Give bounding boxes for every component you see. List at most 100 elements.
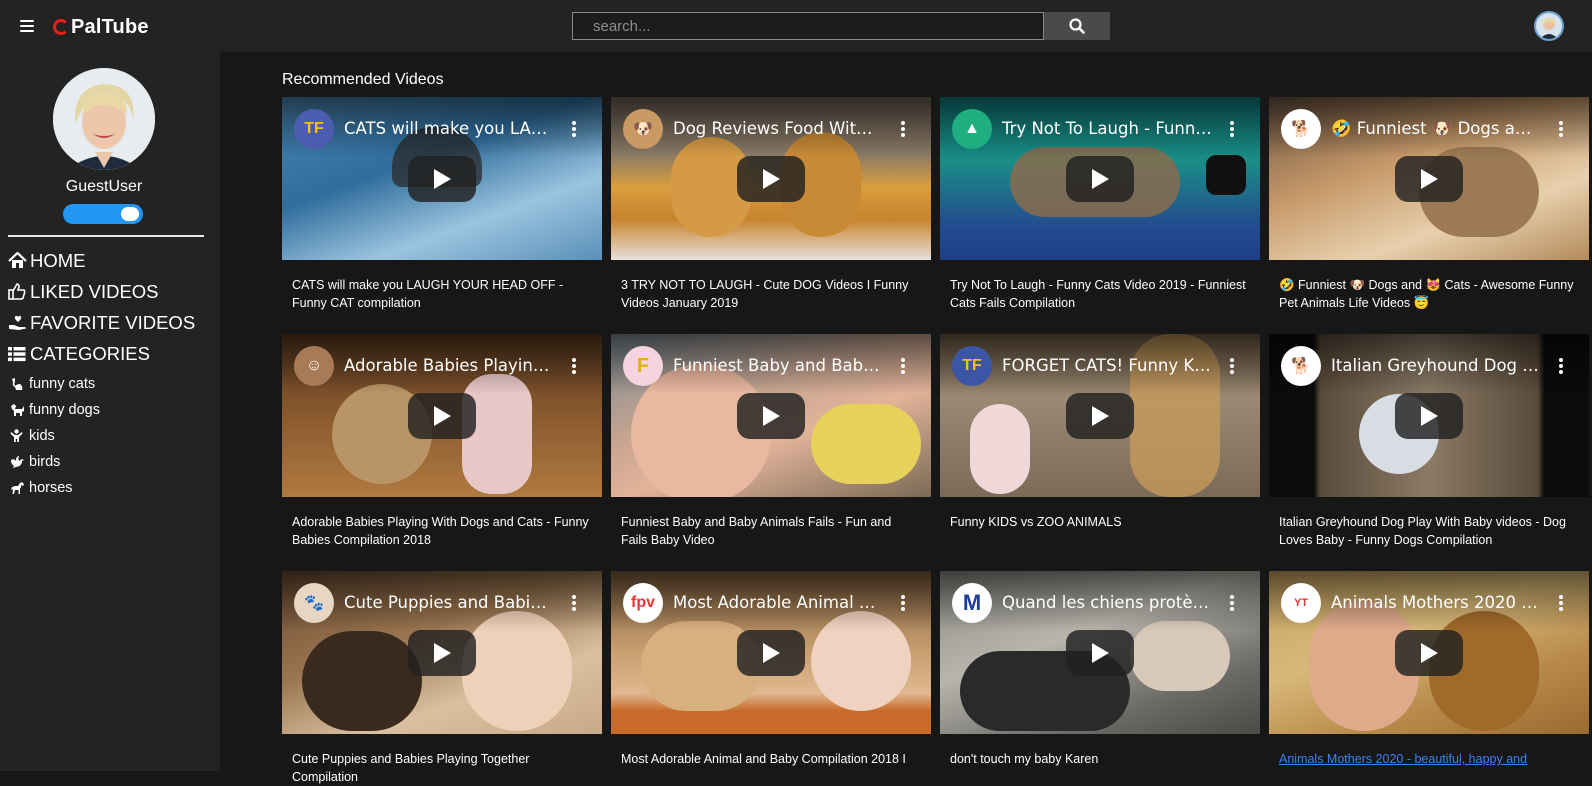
video-card[interactable]: 🐕 Italian Greyhound Dog Play With Baby I… — [1269, 334, 1589, 549]
video-overlay-title: Try Not To Laugh - Funny Cats — [1002, 119, 1212, 138]
category-birds[interactable]: birds — [8, 449, 195, 475]
play-icon — [1092, 169, 1109, 189]
video-thumbnail[interactable]: 🐕 Italian Greyhound Dog Play With Baby — [1269, 334, 1589, 497]
nav-liked-videos[interactable]: LIKED VIDEOS — [8, 276, 195, 307]
category-funny-cats[interactable]: funny cats — [8, 371, 195, 397]
category-funny-dogs[interactable]: funny dogs — [8, 397, 195, 423]
more-options-icon[interactable] — [901, 121, 905, 137]
video-card[interactable]: TF FORGET CATS! Funny KIDS vs ZOO Funny … — [940, 334, 1260, 549]
video-title[interactable]: Funny KIDS vs ZOO ANIMALS — [950, 513, 1250, 549]
video-card[interactable]: fpv Most Adorable Animal and Baby Most A… — [611, 571, 931, 786]
search-button[interactable] — [1044, 12, 1110, 40]
channel-avatar[interactable]: YT — [1281, 583, 1321, 623]
more-options-icon[interactable] — [1559, 358, 1563, 374]
nav-home[interactable]: HOME — [8, 245, 195, 276]
video-thumbnail[interactable]: TF FORGET CATS! Funny KIDS vs ZOO — [940, 334, 1260, 497]
video-card[interactable]: M Quand les chiens protègent don't touch… — [940, 571, 1260, 786]
video-title[interactable]: don't touch my baby Karen — [950, 750, 1250, 786]
nav-favorite-videos[interactable]: FAVORITE VIDEOS — [8, 307, 195, 338]
video-card[interactable]: TF CATS will make you LAUGH YOUR HEAD OF… — [282, 97, 602, 312]
channel-avatar[interactable]: ▲ — [952, 109, 992, 149]
channel-avatar[interactable]: F — [623, 346, 663, 386]
video-title-link[interactable]: Animals Mothers 2020 - beautiful, happy … — [1279, 750, 1579, 786]
app-logo[interactable]: PalTube — [53, 16, 149, 38]
nav-liked-label: LIKED VIDEOS — [30, 280, 159, 302]
video-title[interactable]: Funniest Baby and Baby Animals Fails - F… — [621, 513, 921, 549]
play-button[interactable] — [737, 393, 805, 439]
video-title[interactable]: Try Not To Laugh - Funny Cats Video 2019… — [950, 276, 1250, 312]
video-thumbnail[interactable]: ▲ Try Not To Laugh - Funny Cats — [940, 97, 1260, 260]
video-thumbnail[interactable]: fpv Most Adorable Animal and Baby — [611, 571, 931, 734]
play-button[interactable] — [737, 156, 805, 202]
play-icon — [434, 643, 451, 663]
video-title[interactable]: CATS will make you LAUGH YOUR HEAD OFF -… — [292, 276, 592, 312]
channel-avatar[interactable]: 🐶 — [623, 109, 663, 149]
video-card[interactable]: F Funniest Baby and Baby Animals Funnies… — [611, 334, 931, 549]
more-options-icon[interactable] — [572, 358, 576, 374]
video-thumbnail[interactable]: YT Animals Mothers 2020 - beautiful — [1269, 571, 1589, 734]
play-button[interactable] — [737, 630, 805, 676]
channel-avatar[interactable]: fpv — [623, 583, 663, 623]
search-icon — [1069, 18, 1085, 34]
user-avatar[interactable] — [53, 68, 155, 170]
channel-avatar[interactable]: M — [952, 583, 992, 623]
play-button[interactable] — [408, 630, 476, 676]
channel-avatar[interactable]: TF — [952, 346, 992, 386]
play-button[interactable] — [1066, 630, 1134, 676]
play-button[interactable] — [408, 156, 476, 202]
channel-avatar[interactable]: 🐕 — [1281, 109, 1321, 149]
more-options-icon[interactable] — [1230, 358, 1234, 374]
play-icon — [1421, 169, 1438, 189]
more-options-icon[interactable] — [901, 358, 905, 374]
more-options-icon[interactable] — [572, 121, 576, 137]
play-button[interactable] — [1066, 156, 1134, 202]
more-options-icon[interactable] — [1559, 595, 1563, 611]
video-thumbnail[interactable]: TF CATS will make you LAUGH YOUR HEAD OF… — [282, 97, 602, 260]
video-title[interactable]: 3 TRY NOT TO LAUGH - Cute DOG Videos I F… — [621, 276, 921, 312]
video-thumbnail[interactable]: F Funniest Baby and Baby Animals — [611, 334, 931, 497]
video-thumbnail[interactable]: 🐶 Dog Reviews Food With Puppy — [611, 97, 931, 260]
search-input[interactable] — [572, 12, 1044, 40]
play-button[interactable] — [1066, 393, 1134, 439]
more-options-icon[interactable] — [1559, 121, 1563, 137]
play-icon — [434, 169, 451, 189]
video-thumbnail[interactable]: M Quand les chiens protègent — [940, 571, 1260, 734]
video-card[interactable]: 🐾 Cute Puppies and Babies Playing Cute P… — [282, 571, 602, 786]
video-title[interactable]: 🤣 Funniest 🐶 Dogs and 😻 Cats - Awesome F… — [1279, 276, 1579, 312]
channel-avatar[interactable]: ☺ — [294, 346, 334, 386]
video-card[interactable]: 🐶 Dog Reviews Food With Puppy 3 TRY NOT … — [611, 97, 931, 312]
thumbs-up-icon — [8, 283, 30, 300]
more-options-icon[interactable] — [572, 595, 576, 611]
category-label: funny cats — [29, 376, 96, 392]
channel-avatar[interactable]: 🐾 — [294, 583, 334, 623]
video-title[interactable]: Adorable Babies Playing With Dogs and Ca… — [292, 513, 592, 549]
play-button[interactable] — [1395, 630, 1463, 676]
sidebar-divider — [8, 235, 204, 237]
play-button[interactable] — [408, 393, 476, 439]
video-title[interactable]: Italian Greyhound Dog Play With Baby vid… — [1279, 513, 1579, 549]
menu-icon[interactable] — [20, 20, 34, 32]
video-card[interactable]: ▲ Try Not To Laugh - Funny Cats Try Not … — [940, 97, 1260, 312]
video-thumbnail[interactable]: ☺ Adorable Babies Playing With Dogs — [282, 334, 602, 497]
video-card[interactable]: ☺ Adorable Babies Playing With Dogs Ador… — [282, 334, 602, 549]
video-card[interactable]: YT Animals Mothers 2020 - beautiful Anim… — [1269, 571, 1589, 786]
category-horses[interactable]: horses — [8, 475, 195, 501]
more-options-icon[interactable] — [901, 595, 905, 611]
more-options-icon[interactable] — [1230, 595, 1234, 611]
theme-toggle[interactable] — [63, 204, 143, 224]
channel-avatar[interactable]: 🐕 — [1281, 346, 1321, 386]
play-button[interactable] — [1395, 393, 1463, 439]
video-overlay-title: Dog Reviews Food With Puppy — [673, 119, 883, 138]
account-avatar[interactable] — [1534, 11, 1564, 41]
video-overlay-title: Adorable Babies Playing With Dogs — [344, 356, 554, 375]
nav-categories[interactable]: CATEGORIES — [8, 338, 195, 369]
play-button[interactable] — [1395, 156, 1463, 202]
video-thumbnail[interactable]: 🐾 Cute Puppies and Babies Playing — [282, 571, 602, 734]
video-card[interactable]: 🐕 🤣 Funniest 🐶 Dogs and 😻 Cats 🤣 Funnies… — [1269, 97, 1589, 312]
video-title[interactable]: Most Adorable Animal and Baby Compilatio… — [621, 750, 921, 786]
more-options-icon[interactable] — [1230, 121, 1234, 137]
video-thumbnail[interactable]: 🐕 🤣 Funniest 🐶 Dogs and 😻 Cats — [1269, 97, 1589, 260]
category-kids[interactable]: kids — [8, 423, 195, 449]
video-title[interactable]: Cute Puppies and Babies Playing Together… — [292, 750, 592, 786]
channel-avatar[interactable]: TF — [294, 109, 334, 149]
